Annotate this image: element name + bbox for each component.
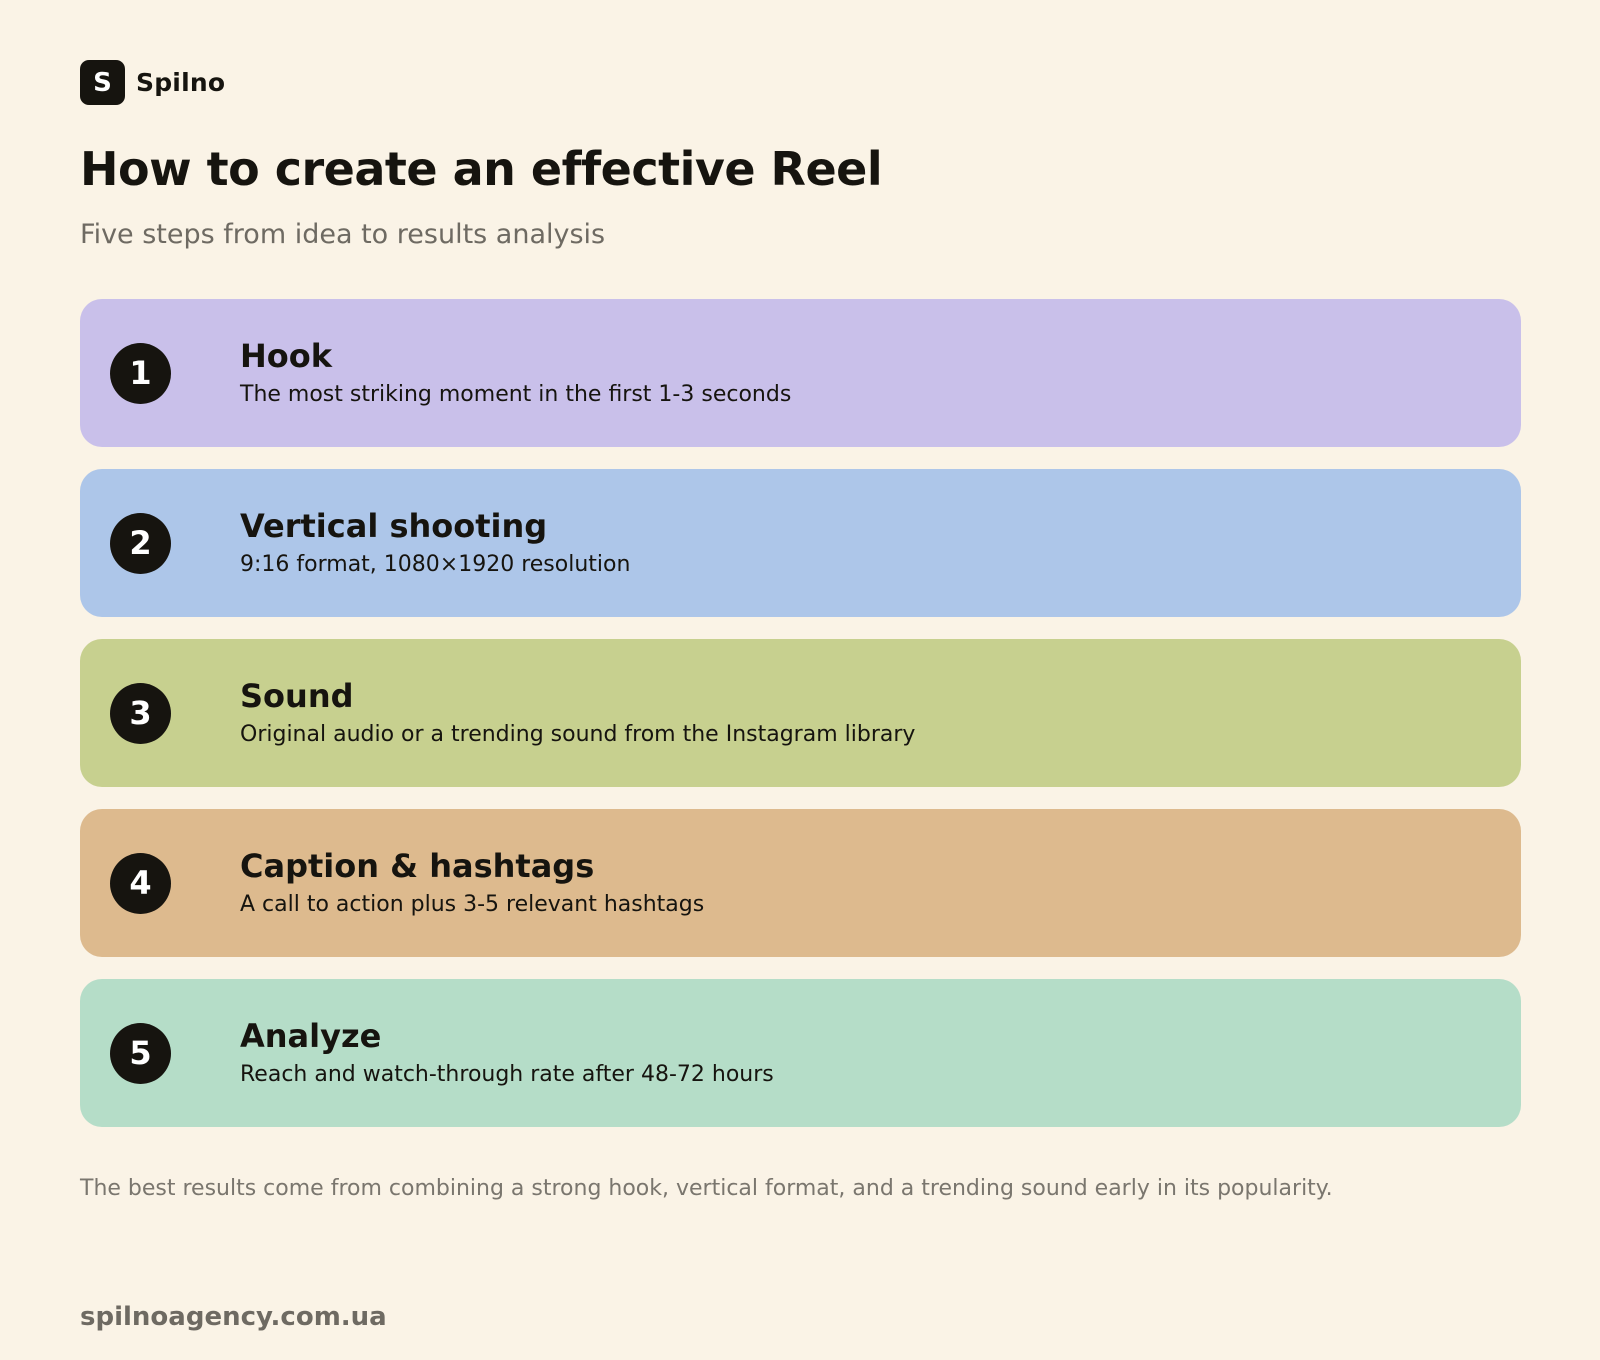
step-card-caption-hashtags: 4 Caption & hashtags A call to action pl… xyxy=(80,809,1521,957)
step-text: Caption & hashtags A call to action plus… xyxy=(240,846,704,920)
summary-note: The best results come from combining a s… xyxy=(80,1176,1333,1201)
step-title: Caption & hashtags xyxy=(240,847,595,885)
step-number-badge: 1 xyxy=(110,342,171,404)
step-text: Hook The most striking moment in the fir… xyxy=(240,336,791,410)
step-card-vertical-shooting: 2 Vertical shooting 9:16 format, 1080×19… xyxy=(80,469,1521,617)
step-number-badge: 5 xyxy=(110,1022,171,1084)
footer-website: spilnoagency.com.ua xyxy=(80,1302,387,1332)
step-card-hook: 1 Hook The most striking moment in the f… xyxy=(80,299,1521,447)
page-title: How to create an effective Reel xyxy=(80,142,883,196)
step-description: The most striking moment in the first 1-… xyxy=(240,382,792,407)
step-description: 9:16 format, 1080×1920 resolution xyxy=(240,552,631,577)
steps-list: 1 Hook The most striking moment in the f… xyxy=(80,299,1521,1149)
step-title: Vertical shooting xyxy=(240,507,548,545)
step-text: Vertical shooting 9:16 format, 1080×1920… xyxy=(240,506,630,580)
page-subtitle: Five steps from idea to results analysis xyxy=(80,219,606,250)
step-title: Sound xyxy=(240,677,354,715)
infographic-page: S Spilno How to create an effective Reel… xyxy=(0,0,1600,1360)
step-description: Original audio or a trending sound from … xyxy=(240,722,916,747)
step-text: Sound Original audio or a trending sound… xyxy=(240,676,915,750)
step-description: A call to action plus 3-5 relevant hasht… xyxy=(240,892,705,917)
step-number-badge: 2 xyxy=(110,512,171,574)
brand-name: Spilno xyxy=(136,68,226,97)
step-number-badge: 3 xyxy=(110,682,171,744)
step-card-sound: 3 Sound Original audio or a trending sou… xyxy=(80,639,1521,787)
brand: S Spilno xyxy=(80,60,225,105)
step-title: Hook xyxy=(240,337,333,375)
step-card-analyze: 5 Analyze Reach and watch-through rate a… xyxy=(80,979,1521,1127)
step-text: Analyze Reach and watch-through rate aft… xyxy=(240,1016,774,1090)
step-number-badge: 4 xyxy=(110,852,171,914)
brand-logo-icon: S xyxy=(80,60,125,105)
step-description: Reach and watch-through rate after 48-72… xyxy=(240,1062,774,1087)
step-title: Analyze xyxy=(240,1017,382,1055)
